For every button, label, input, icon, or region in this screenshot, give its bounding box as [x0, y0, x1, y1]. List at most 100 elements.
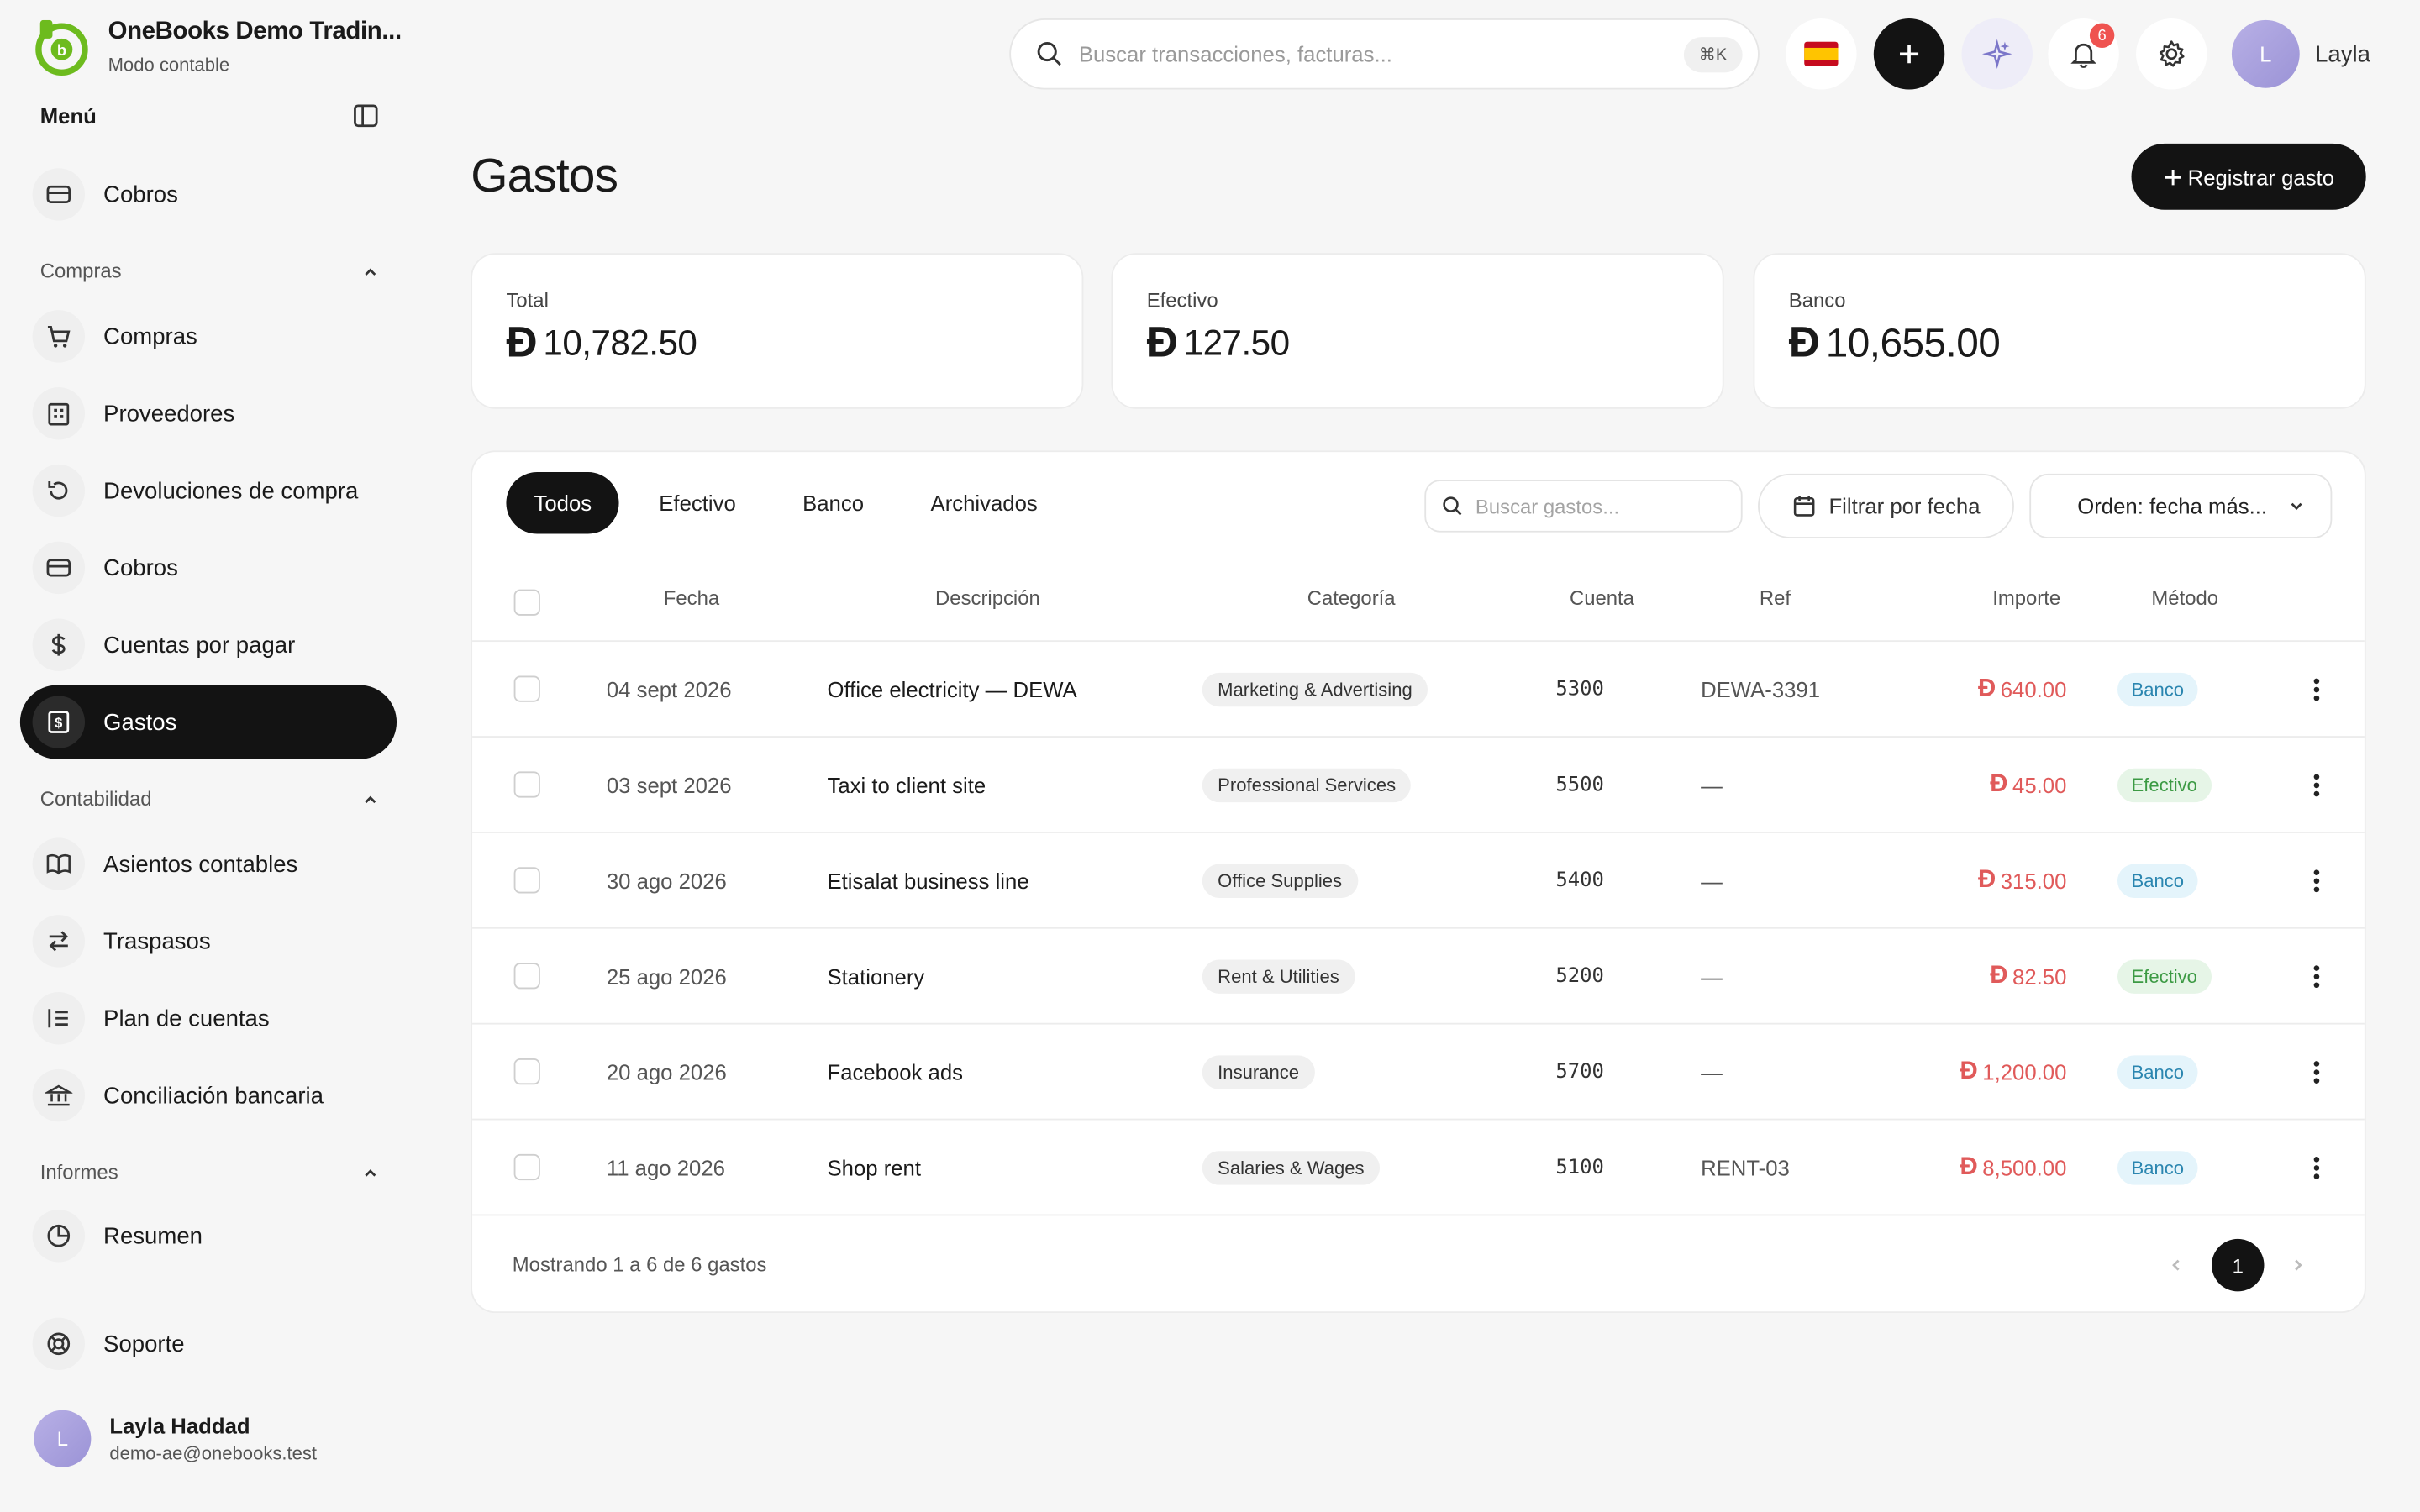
row-amount: Ð 45.00: [1990, 770, 2066, 798]
sidebar-item-cobros[interactable]: Cobros: [20, 531, 397, 605]
table-row[interactable]: 03 sept 2026 Taxi to client site Professio…: [472, 738, 2365, 833]
column-header-categoria[interactable]: Categoría: [1307, 586, 1396, 610]
category-badge: Insurance: [1202, 1054, 1315, 1089]
card-value: Ð 127.50: [1147, 318, 1689, 367]
book-icon: [32, 837, 86, 890]
method-badge: Efectivo: [2118, 958, 2212, 993]
pie-icon: [32, 1210, 86, 1263]
sidebar-toggle-icon[interactable]: [352, 102, 380, 129]
row-actions-menu[interactable]: [2302, 959, 2330, 993]
column-header-descripcion[interactable]: Descripción: [935, 586, 1040, 610]
column-header-metodo[interactable]: Método: [2151, 586, 2218, 610]
row-amount: Ð 315.00: [1978, 866, 2066, 894]
row-checkbox[interactable]: [513, 867, 540, 894]
summary-card-total: Total Ð 10,782.50: [471, 253, 1084, 409]
sidebar-item-label: Devoluciones de compra: [103, 477, 359, 504]
row-checkbox[interactable]: [513, 1153, 540, 1181]
language-button[interactable]: [1786, 18, 1857, 90]
table-row[interactable]: 25 ago 2026 Stationery Rent & Utilities 520…: [472, 929, 2365, 1025]
row-account: 5500: [1555, 773, 1604, 796]
row-account: 5100: [1555, 1155, 1604, 1179]
svg-text:$: $: [55, 715, 62, 731]
column-header-cuenta[interactable]: Cuenta: [1570, 586, 1634, 610]
row-checkbox[interactable]: [513, 675, 540, 702]
brand[interactable]: b OneBooks Demo Tradin... Modo contable: [34, 18, 402, 76]
tab-banco[interactable]: Banco: [775, 472, 892, 533]
expenses-search-input[interactable]: [1475, 494, 1723, 518]
quick-add-button[interactable]: [1873, 18, 1945, 90]
ai-assistant-button[interactable]: [1961, 18, 2033, 90]
prev-page-button[interactable]: [2153, 1239, 2199, 1291]
table-row[interactable]: 04 sept 2026 Office electricity — DEWA Mar…: [472, 642, 2365, 738]
sidebar-item-asientos[interactable]: Asientos contables: [20, 827, 397, 900]
sidebar-item-cuentas-por-pagar[interactable]: Cuentas por pagar: [20, 608, 397, 682]
page-button-current[interactable]: 1: [2212, 1238, 2265, 1292]
row-checkbox[interactable]: [513, 771, 540, 798]
row-description: Etisalat business line: [827, 868, 1029, 893]
sidebar-item-devoluciones[interactable]: Devoluciones de compra: [20, 454, 397, 528]
section-compras-header[interactable]: Compras: [39, 259, 380, 283]
global-search-input[interactable]: [1078, 41, 1668, 66]
global-search[interactable]: ⌘K: [1009, 18, 1760, 90]
tab-efectivo[interactable]: Efectivo: [631, 472, 764, 533]
currency-symbol: Ð: [1977, 675, 1996, 701]
row-account: 5700: [1555, 1059, 1604, 1084]
more-vertical-icon: [2313, 1156, 2320, 1179]
expenses-search[interactable]: [1424, 480, 1743, 533]
sidebar-item-soporte[interactable]: Soporte: [20, 1307, 397, 1381]
user-menu[interactable]: L Layla: [2231, 19, 2370, 88]
pagination-summary: Mostrando 1 a 6 de 6 gastos: [512, 1252, 767, 1276]
calendar-icon: [1791, 494, 1816, 518]
table-row[interactable]: 30 ago 2026 Etisalat business line Office …: [472, 833, 2365, 929]
table-row[interactable]: 11 ago 2026 Shop rent Salaries & Wages 5100…: [472, 1120, 2365, 1216]
sort-select[interactable]: Orden: fecha más...: [2029, 473, 2333, 539]
sparkles-icon: [1981, 39, 2012, 70]
row-ref: —: [1701, 772, 1723, 797]
notification-count-badge: 6: [2089, 23, 2115, 48]
column-header-importe[interactable]: Importe: [1992, 586, 2060, 610]
next-page-button[interactable]: [2275, 1239, 2321, 1291]
row-checkbox[interactable]: [513, 963, 540, 990]
row-account: 5200: [1555, 963, 1604, 988]
section-contabilidad-header[interactable]: Contabilidad: [40, 787, 380, 810]
row-actions-menu[interactable]: [2302, 1054, 2330, 1088]
sidebar-item-label: Asientos contables: [103, 850, 298, 878]
sidebar-profile[interactable]: L Layla Haddad demo-ae@onebooks.test: [34, 1410, 317, 1467]
row-checkbox[interactable]: [513, 1058, 540, 1085]
row-actions-menu[interactable]: [2302, 768, 2330, 801]
sidebar-item-compras[interactable]: Compras: [20, 299, 397, 373]
row-actions-menu[interactable]: [2302, 864, 2330, 897]
notifications-button[interactable]: 6: [2048, 18, 2119, 90]
sidebar-item-label: Cobros: [103, 554, 178, 581]
sidebar-item-proveedores[interactable]: Proveedores: [20, 376, 397, 450]
column-header-fecha[interactable]: Fecha: [664, 586, 719, 610]
currency-symbol: Ð: [1788, 318, 1820, 366]
sidebar-item-resumen[interactable]: Resumen: [20, 1199, 397, 1273]
table-row[interactable]: 20 ago 2026 Facebook ads Insurance 5700 — Ð 1,…: [472, 1025, 2365, 1121]
sidebar-item-cobros-top[interactable]: Cobros: [20, 157, 397, 231]
section-informes-header[interactable]: Informes: [40, 1160, 380, 1184]
sidebar-item-traspasos[interactable]: Traspasos: [20, 904, 397, 978]
settings-button[interactable]: [2136, 18, 2207, 90]
tab-todos[interactable]: Todos: [506, 472, 620, 534]
card-label: Total: [506, 288, 549, 312]
register-expense-button[interactable]: Registrar gasto: [2131, 143, 2366, 210]
return-icon: [32, 464, 86, 517]
sidebar-item-gastos[interactable]: $ Gastos: [19, 685, 397, 759]
dollar-icon: [32, 618, 86, 671]
building-icon: [32, 387, 86, 440]
list-icon: [32, 992, 86, 1045]
sidebar-item-plan-cuentas[interactable]: Plan de cuentas: [20, 981, 397, 1055]
column-header-ref[interactable]: Ref: [1760, 586, 1791, 610]
avatar: L: [2231, 19, 2300, 88]
amount-value: 1,200.00: [1982, 1058, 2067, 1084]
amount: 10,655.00: [1825, 318, 2001, 365]
row-actions-menu[interactable]: [2302, 1150, 2330, 1184]
row-actions-menu[interactable]: [2302, 672, 2330, 706]
tab-archivados[interactable]: Archivados: [902, 472, 1065, 533]
section-title: Compras: [39, 259, 122, 283]
select-all-checkbox[interactable]: [513, 589, 540, 616]
date-filter-button[interactable]: Filtrar por fecha: [1758, 473, 2014, 539]
sidebar-item-conciliacion[interactable]: Conciliación bancaria: [20, 1058, 397, 1132]
more-vertical-icon: [2313, 1060, 2320, 1084]
